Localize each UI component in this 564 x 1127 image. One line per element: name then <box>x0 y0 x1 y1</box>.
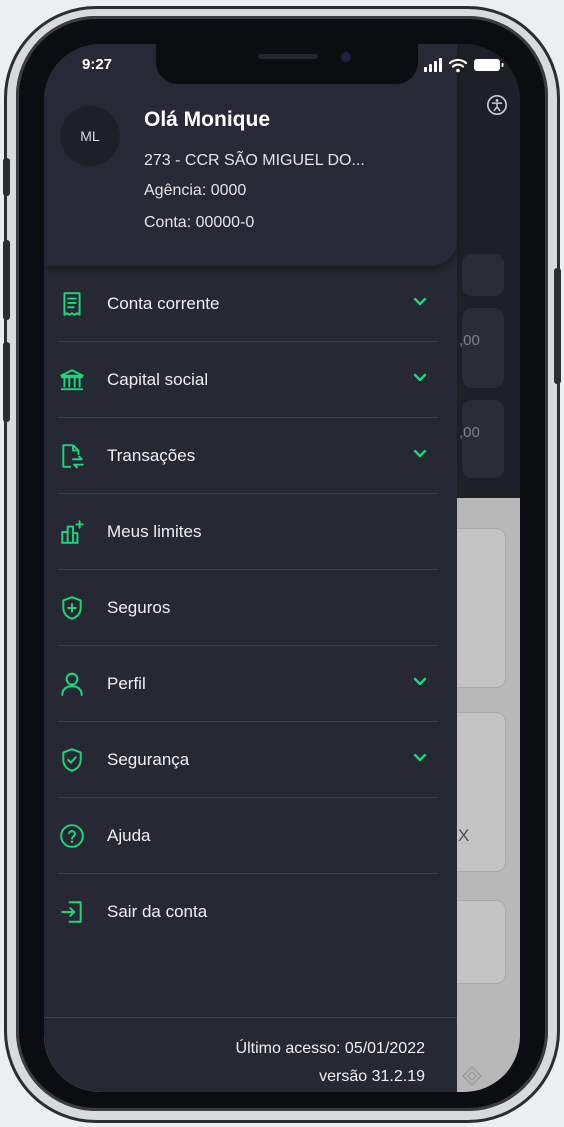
menu-item-label: Perfil <box>107 674 146 693</box>
silent-switch <box>3 158 10 196</box>
user-greeting: Olá Monique <box>144 108 270 131</box>
battery-icon <box>474 59 504 71</box>
menu-item-perfil[interactable]: Perfil <box>44 646 457 721</box>
chevron-down-icon <box>413 677 427 686</box>
cooperative-name: 273 - CCR SÃO MIGUEL DO... <box>144 152 365 169</box>
background-label-x: X <box>458 826 470 845</box>
background-diamond-icon <box>462 1066 482 1086</box>
avatar[interactable]: ML <box>60 106 120 166</box>
menu-item-conta-corrente[interactable]: Conta corrente <box>44 266 457 341</box>
bank-icon <box>60 369 84 391</box>
transfer-icon <box>62 444 84 469</box>
power-button <box>554 268 561 384</box>
menu-item-label: Sair da conta <box>107 902 208 921</box>
shield-plus-icon <box>62 596 82 620</box>
menu-item-seguranca[interactable]: Segurança <box>44 722 457 797</box>
person-icon <box>61 672 83 696</box>
notch <box>156 44 418 84</box>
chevron-down-icon <box>413 449 427 458</box>
menu-item-sair-da-conta[interactable]: Sair da conta <box>44 874 457 949</box>
status-icons <box>424 58 504 73</box>
agency-number: Agência: 0000 <box>144 182 247 199</box>
menu-item-label: Transações <box>107 446 196 465</box>
navigation-drawer: ML Olá Monique 273 - CCR SÃO MIGUEL DO..… <box>44 44 457 1092</box>
logout-icon <box>61 901 82 923</box>
front-camera <box>341 52 351 62</box>
menu-item-label: Segurança <box>107 750 190 769</box>
account-number: Conta: 00000-0 <box>144 214 255 231</box>
menu-item-label: Capital social <box>107 370 209 389</box>
menu-item-transacoes[interactable]: Transações <box>44 418 457 493</box>
background-value-2: ,00 <box>459 424 480 441</box>
chevron-down-icon <box>413 753 427 762</box>
menu-item-seguros[interactable]: Seguros <box>44 570 457 645</box>
background-value-1: ,00 <box>459 332 480 349</box>
menu-item-ajuda[interactable]: Ajuda <box>44 798 457 873</box>
help-icon <box>60 824 84 848</box>
wifi-icon <box>448 58 468 73</box>
receipt-icon <box>63 292 81 316</box>
background-select <box>462 254 504 296</box>
menu-item-capital-social[interactable]: Capital social <box>44 342 457 417</box>
menu-item-label: Ajuda <box>107 826 151 845</box>
menu-item-label: Conta corrente <box>107 294 220 313</box>
chevron-down-icon <box>413 297 427 306</box>
menu-item-meus-limites[interactable]: Meus limites <box>44 494 457 569</box>
speaker <box>258 54 318 59</box>
chevron-down-icon <box>413 373 427 382</box>
screen: ,00 ,00 X ML Olá Monique 273 - CCR SÃO M… <box>44 44 520 1092</box>
footer-divider <box>44 1017 457 1018</box>
last-access: Último acesso: 05/01/2022 <box>235 1040 425 1057</box>
shield-check-icon <box>62 748 82 772</box>
menu-item-label: Seguros <box>107 598 171 617</box>
chart-limits-icon <box>61 520 84 544</box>
menu-item-label: Meus limites <box>107 522 202 541</box>
volume-up-button <box>3 240 10 320</box>
status-time: 9:27 <box>82 56 113 73</box>
signal-icon <box>424 58 442 72</box>
accessibility-icon[interactable] <box>486 94 508 116</box>
app-version: versão 31.2.19 <box>319 1068 425 1085</box>
volume-down-button <box>3 342 10 422</box>
